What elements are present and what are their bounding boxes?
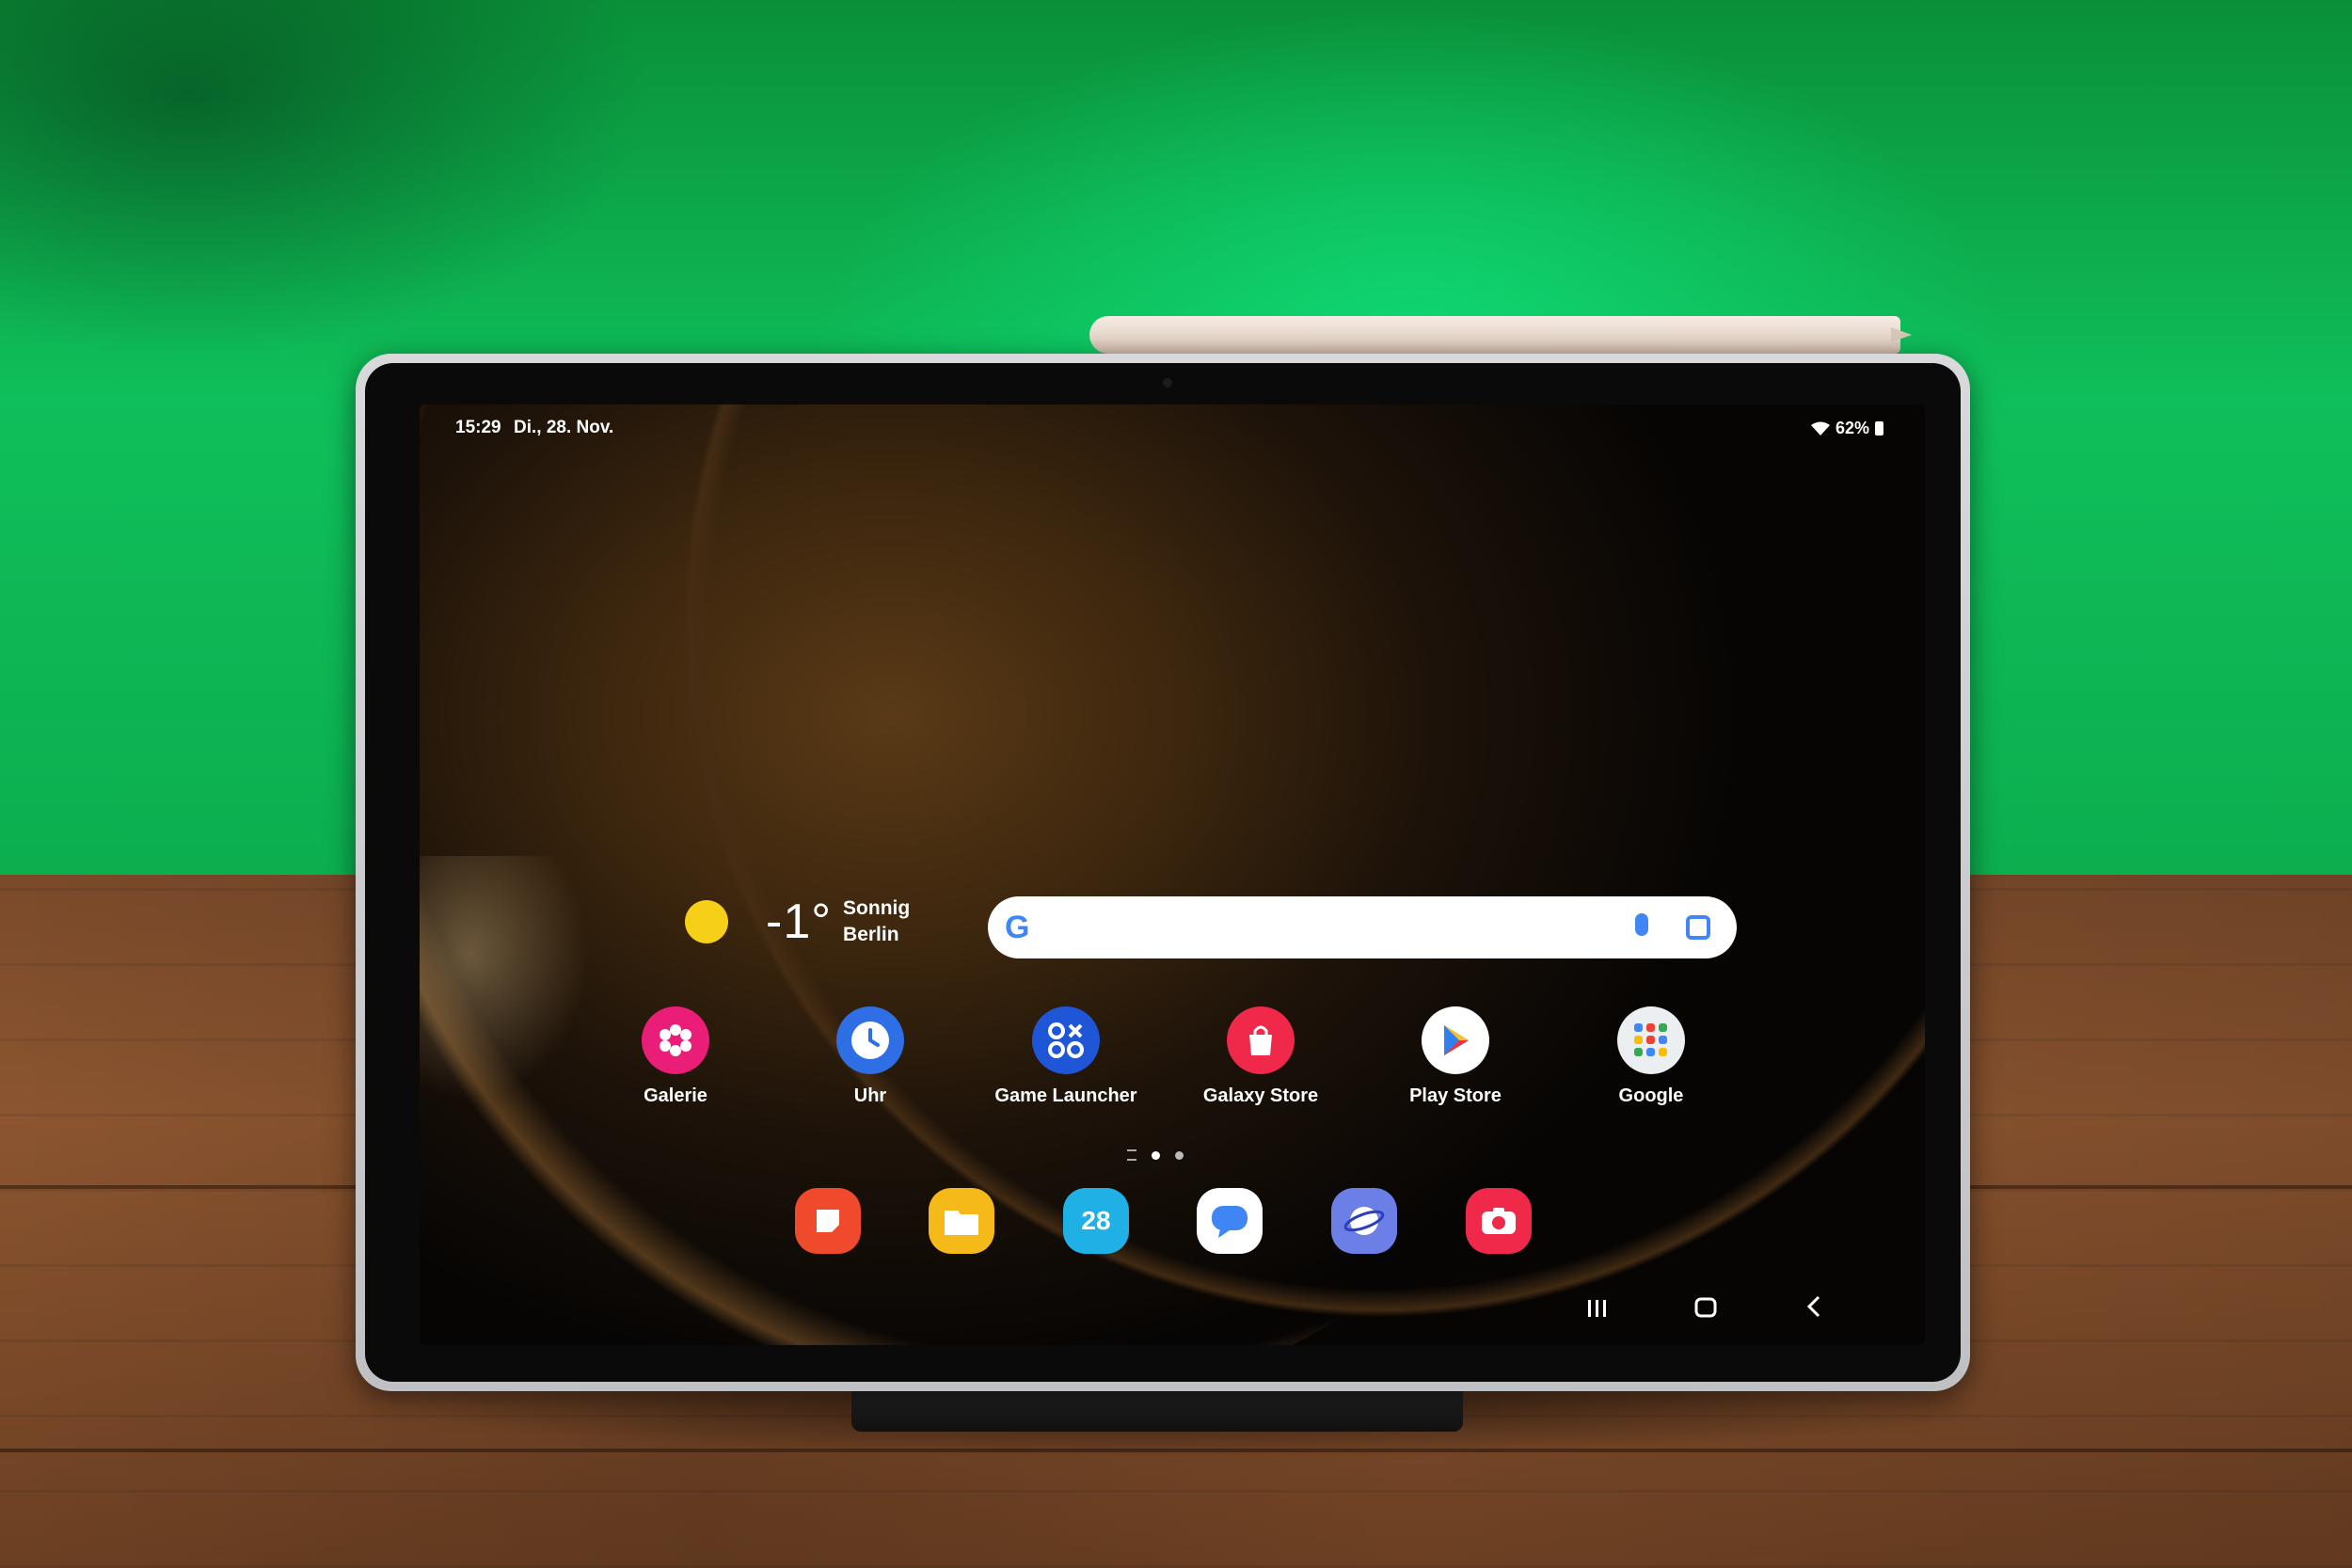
status-date: Di., 28. Nov. (514, 418, 614, 437)
wifi-icon (1810, 421, 1830, 436)
internet-icon[interactable] (1331, 1188, 1397, 1254)
recent-apps-button[interactable] (1586, 1294, 1609, 1326)
app-uhr[interactable]: Uhr (790, 1006, 950, 1107)
google-g-icon: G (1005, 910, 1030, 945)
folder-icon[interactable] (929, 1188, 994, 1254)
app-label: Galaxy Store (1202, 1085, 1319, 1106)
calendar-date: 28 (1081, 1206, 1111, 1235)
flower-icon (642, 1006, 709, 1074)
status-time: 15:29 (455, 418, 501, 437)
front-camera (1163, 378, 1172, 388)
app-grid: Galerie Uhr Game Launcher Galaxy Store P… (420, 1006, 1925, 1138)
s-pen (1089, 316, 1900, 354)
weather-details: Sonnig Berlin (843, 895, 910, 948)
battery-icon (1875, 421, 1883, 436)
app-label: Google (1618, 1085, 1684, 1106)
shopping-bag-icon (1227, 1006, 1295, 1074)
notes-icon[interactable] (795, 1188, 861, 1254)
page-dot-active (1152, 1150, 1160, 1160)
google-search-bar[interactable]: G (988, 896, 1737, 958)
game-launcher-icon (1032, 1006, 1100, 1074)
status-indicators: 62% (1810, 419, 1883, 438)
weather-temperature: -1° (766, 895, 833, 949)
camera-icon[interactable] (1466, 1188, 1532, 1254)
app-galerie[interactable]: Galerie (596, 1006, 755, 1107)
calendar-icon[interactable]: 28 (1063, 1188, 1129, 1254)
back-button[interactable] (1804, 1294, 1823, 1326)
weather-widget[interactable]: -1° Sonnig Berlin (685, 894, 910, 950)
google-folder-icon (1617, 1006, 1685, 1074)
lens-icon[interactable] (1686, 915, 1710, 940)
mic-icon[interactable] (1635, 913, 1648, 936)
app-label: Galerie (644, 1085, 707, 1106)
photo-scene: 15:29 Di., 28. Nov. 62% -1° Sonnig Berli… (0, 0, 2352, 1568)
page-indicator[interactable] (1127, 1149, 1184, 1161)
app-google-folder[interactable]: Google (1571, 1006, 1731, 1107)
tablet-screen: 15:29 Di., 28. Nov. 62% -1° Sonnig Berli… (420, 404, 1925, 1345)
app-dock: 28 (420, 1188, 1925, 1263)
app-label: Game Launcher (994, 1085, 1137, 1106)
status-bar: 15:29 Di., 28. Nov. 62% (420, 404, 1925, 451)
home-button[interactable] (1693, 1294, 1718, 1326)
app-game-launcher[interactable]: Game Launcher (986, 1006, 1146, 1107)
weather-condition: Sonnig (843, 897, 911, 919)
navigation-bar (420, 1289, 1925, 1336)
page-dot (1175, 1150, 1184, 1160)
play-triangle-icon (1422, 1006, 1489, 1074)
app-label: Uhr (853, 1085, 887, 1106)
app-label: Play Store (1409, 1085, 1502, 1106)
clock-icon (836, 1006, 904, 1074)
page-list-icon (1127, 1149, 1136, 1161)
app-galaxy-store[interactable]: Galaxy Store (1181, 1006, 1341, 1107)
sun-icon (685, 900, 728, 943)
weather-city: Berlin (843, 924, 899, 945)
messages-icon[interactable] (1197, 1188, 1263, 1254)
battery-percent: 62% (1835, 419, 1869, 437)
app-play-store[interactable]: Play Store (1375, 1006, 1535, 1107)
